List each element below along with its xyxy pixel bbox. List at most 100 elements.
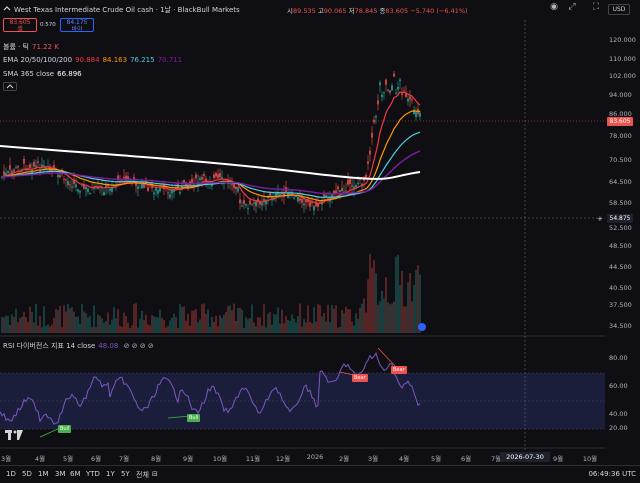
price-tick-label: 44.500 — [609, 263, 632, 271]
candle-body — [221, 176, 223, 178]
currency-selector[interactable]: USD — [608, 4, 630, 15]
fullscreen-icon[interactable]: ⛶ — [590, 1, 602, 13]
volume-bar — [409, 273, 411, 333]
volume-bar — [33, 322, 35, 333]
tradingview-logo-icon[interactable] — [5, 430, 23, 442]
candle-body — [155, 187, 157, 191]
candle-body — [137, 186, 139, 189]
candle-body — [351, 185, 353, 187]
clock[interactable]: 06:49:36 UTC — [588, 470, 636, 478]
volume-bar — [19, 317, 21, 333]
candle-body — [157, 190, 159, 194]
time-tick-label: 12월 — [275, 455, 291, 463]
volume-bar — [275, 314, 277, 333]
volume-bar — [363, 298, 365, 333]
volume-bar — [319, 304, 321, 333]
candle-body — [391, 85, 393, 91]
candle-body — [401, 93, 403, 95]
time-tick-label: 3월 — [367, 455, 379, 463]
date-range-icon[interactable]: ⊟ — [152, 470, 158, 478]
volume-bar — [113, 307, 115, 333]
time-tick-label: 8월 — [150, 455, 162, 463]
timeframe-button-5Y[interactable]: 5Y — [121, 470, 130, 478]
sell-button[interactable]: 83.605 셀 — [3, 18, 37, 33]
time-tick-label: 11월 — [245, 455, 261, 463]
expand-icon[interactable]: ⤢ — [566, 1, 578, 13]
candle-body — [79, 191, 81, 193]
volume-bar — [347, 309, 349, 333]
volume-bar — [59, 305, 61, 333]
volume-bar — [15, 308, 17, 333]
volume-bar — [189, 325, 191, 333]
current-price-label: 83.605 — [607, 117, 633, 126]
volume-bar — [91, 327, 93, 333]
close-value: 83.605 — [385, 7, 409, 15]
volume-bar — [223, 314, 225, 333]
timeframe-button-전체[interactable]: 전체 — [136, 470, 149, 480]
volume-bar — [109, 324, 111, 333]
volume-bar — [137, 327, 139, 333]
candle-body — [297, 196, 299, 202]
collapse-icon[interactable] — [3, 5, 11, 15]
volume-bar — [147, 324, 149, 333]
volume-bar — [337, 327, 339, 333]
time-tick-label: 7월 — [118, 455, 130, 463]
volume-bar — [383, 298, 385, 333]
timeframe-button-YTD[interactable]: YTD — [86, 470, 100, 478]
volume-bar — [397, 254, 399, 333]
candle-body — [243, 200, 245, 204]
volume-bar — [63, 305, 65, 333]
ema200-value: 70.711 — [157, 56, 183, 64]
volume-bar — [285, 316, 287, 333]
candle-body — [375, 116, 377, 118]
volume-bar — [379, 301, 381, 333]
candle-body — [103, 192, 105, 196]
ema20-value: 90.884 — [75, 56, 100, 64]
candle-body — [393, 73, 395, 77]
volume-legend[interactable]: 볼륨 · 틱 71.22 K — [3, 42, 62, 52]
timeframe-button-1D[interactable]: 1D — [6, 470, 16, 478]
volume-bar — [143, 319, 145, 333]
add-alert-icon[interactable]: + — [597, 215, 606, 223]
timeframe-button-3M[interactable]: 3M — [55, 470, 66, 478]
sma-legend[interactable]: SMA 365 close 66.896 — [3, 70, 85, 78]
candle-body — [347, 179, 349, 185]
volume-bar — [121, 326, 123, 333]
volume-bar — [119, 325, 121, 333]
chart-canvas[interactable] — [0, 0, 640, 483]
volume-bar — [299, 303, 301, 333]
candle-body — [249, 200, 251, 205]
ema-legend[interactable]: EMA 20/50/100/200 90.884 84.163 76.215 70.71… — [3, 56, 185, 64]
price-tick-label: 37.500 — [609, 301, 632, 309]
candle-body — [379, 82, 381, 86]
timeframe-button-5D[interactable]: 5D — [22, 470, 32, 478]
volume-bar — [97, 314, 99, 333]
volume-bar — [73, 311, 75, 333]
volume-bar — [111, 319, 113, 333]
volume-bar — [31, 311, 33, 333]
candle-body — [213, 174, 215, 179]
bull-divergence-line — [39, 427, 61, 438]
candle-body — [253, 202, 255, 204]
price-tick-label: 52.500 — [609, 224, 632, 232]
bottom-toolbar: 1D 5D 1M 3M 6M YTD 1Y 5Y 전체 ⊟ 06:49:36 UTC — [0, 465, 640, 483]
volume-bar — [1, 316, 3, 333]
volume-bar — [375, 273, 377, 333]
camera-icon[interactable]: ◉ — [548, 1, 560, 13]
candle-body — [395, 92, 397, 94]
eye-icon[interactable]: ⊘ ⊘ ⊘ ⊘ — [124, 342, 154, 350]
timeframe-button-1Y[interactable]: 1Y — [106, 470, 115, 478]
buy-button[interactable]: 84.175 바이 — [60, 18, 94, 33]
candle-body — [199, 178, 201, 180]
volume-bar — [377, 304, 379, 333]
rsi-legend[interactable]: RSI 다이버전스 지표 14 close 48.08 ⊘ ⊘ ⊘ ⊘ — [3, 341, 157, 351]
volume-bar — [327, 304, 329, 333]
collapse-legend-button[interactable] — [3, 82, 17, 91]
volume-bar — [69, 308, 71, 333]
volume-bar — [77, 316, 79, 333]
timeframe-button-6M[interactable]: 6M — [70, 470, 81, 478]
rsi-tick-label: 60.00 — [609, 382, 628, 390]
volume-bar — [201, 304, 203, 333]
timeframe-button-1M[interactable]: 1M — [38, 470, 49, 478]
candle-body — [147, 187, 149, 192]
